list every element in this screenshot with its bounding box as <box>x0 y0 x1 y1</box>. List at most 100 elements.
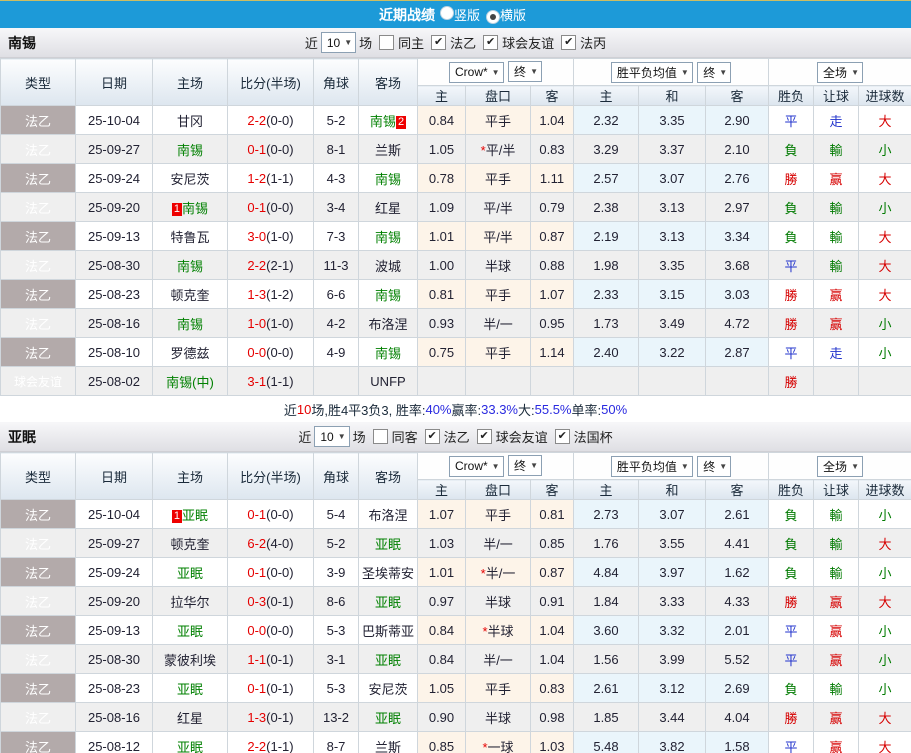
match-type-cell: 法乙 <box>1 500 76 529</box>
odds-select-group: Crow*▼ 终▼ <box>418 59 574 86</box>
result-label: 勝 <box>785 711 798 726</box>
away-team-cell: 兰斯 <box>359 732 418 753</box>
result-label: 負 <box>785 566 798 581</box>
avg-type-select-value: 胜平负均值 <box>617 458 677 475</box>
home-team-cell: 安尼茨 <box>153 164 228 193</box>
result-label: 大 <box>879 711 892 726</box>
result-cell: 平 <box>769 645 814 674</box>
result-label: 輸 <box>830 537 843 552</box>
halftime-score: (0-1) <box>266 681 293 696</box>
away-team-cell: 波城 <box>359 251 418 280</box>
halftime-score: (1-1) <box>266 171 293 186</box>
avg-draw-cell: 3.15 <box>639 280 706 309</box>
home-odds-cell: 0.97 <box>418 587 466 616</box>
team-label: 南锡 <box>182 201 208 216</box>
result-label: 大 <box>879 288 892 303</box>
filter-checkbox-法丙[interactable]: ✔ <box>561 35 576 50</box>
handicap-result-cell: 赢 <box>814 309 859 338</box>
score-cell: 0-1(0-0) <box>228 500 314 529</box>
filter-checkbox-球会友谊[interactable]: ✔ <box>483 35 498 50</box>
filter-checkbox-法国杯[interactable]: ✔ <box>555 429 570 444</box>
handicap-result-cell: 赢 <box>814 280 859 309</box>
result-label: 小 <box>879 653 892 668</box>
fulltime-score: 1-2 <box>247 171 266 186</box>
avg-type-select[interactable]: 胜平负均值▼ <box>611 456 693 477</box>
result-label: 走 <box>830 114 843 129</box>
filter-games-label: 场 <box>359 33 372 52</box>
bookmaker-select-value: Crow* <box>455 459 488 473</box>
layout-radio-horizontal[interactable] <box>486 10 500 24</box>
handicap-label: 半球 <box>488 624 514 639</box>
avg-away-cell: 2.61 <box>706 500 769 529</box>
home-odds-cell: 0.84 <box>418 106 466 135</box>
halftime-score: (4-0) <box>266 536 293 551</box>
team-label: 亚眠 <box>375 595 401 610</box>
team-label: 红星 <box>177 711 203 726</box>
home-odds-cell: 0.75 <box>418 338 466 367</box>
odds-final-select[interactable]: 终▼ <box>508 61 542 82</box>
team-label: 布洛涅 <box>368 508 407 523</box>
fulltime-select[interactable]: 全场▼ <box>817 456 863 477</box>
result-label: 輸 <box>830 259 843 274</box>
filter-checkbox-球会友谊[interactable]: ✔ <box>477 429 492 444</box>
away-odds-cell <box>531 367 574 396</box>
corners-cell: 8-1 <box>314 135 359 164</box>
column-header-4: 角球 <box>314 59 359 106</box>
handicap-label: 平手 <box>485 114 511 129</box>
match-type-cell: 法乙 <box>1 587 76 616</box>
avg-final-select[interactable]: 终▼ <box>697 456 731 477</box>
match-type-cell: 法乙 <box>1 558 76 587</box>
fulltime-score: 0-1 <box>247 565 266 580</box>
filter-checkbox-同主[interactable] <box>379 35 394 50</box>
match-row: 法乙25-08-23亚眠0-1(0-1)5-3安尼茨1.05平手0.832.61… <box>1 674 911 703</box>
bookmaker-select[interactable]: Crow*▼ <box>449 456 504 477</box>
filter-checkbox-法乙[interactable]: ✔ <box>431 35 446 50</box>
avg-draw-cell: 3.82 <box>639 732 706 753</box>
summary-segment: 赢率: <box>452 400 482 419</box>
result-label: 大 <box>879 740 892 753</box>
handicap-cell: 平手 <box>466 106 531 135</box>
summary-segment: 33.3% <box>481 402 518 417</box>
avg-home-cell: 2.19 <box>574 222 639 251</box>
rank-badge: 1 <box>172 510 182 523</box>
handicap-label: 平/半 <box>486 143 516 158</box>
team-label: 圣埃蒂安 <box>362 566 414 581</box>
home-team-cell: 南锡 <box>153 135 228 164</box>
fulltime-select[interactable]: 全场▼ <box>817 62 863 83</box>
fulltime-score: 3-0 <box>247 229 266 244</box>
home-odds-cell: 0.90 <box>418 703 466 732</box>
odds-final-select[interactable]: 终▼ <box>508 455 542 476</box>
handicap-label: 平手 <box>485 346 511 361</box>
layout-radio-label[interactable]: 竖版 <box>454 8 480 23</box>
home-odds-cell: 0.81 <box>418 280 466 309</box>
home-team-cell: 拉华尔 <box>153 587 228 616</box>
avg-draw-cell: 3.13 <box>639 193 706 222</box>
avg-type-select[interactable]: 胜平负均值▼ <box>611 62 693 83</box>
rank-badge: 2 <box>396 116 406 129</box>
home-team-cell: 1南锡 <box>153 193 228 222</box>
score-cell: 2-2(1-1) <box>228 732 314 753</box>
away-team-cell: UNFP <box>359 367 418 396</box>
avg-draw-cell: 3.32 <box>639 616 706 645</box>
filter-checkbox-法乙[interactable]: ✔ <box>425 429 440 444</box>
layout-radio-vertical[interactable] <box>440 6 454 20</box>
avg-draw-cell: 3.55 <box>639 529 706 558</box>
handicap-label: 半球 <box>485 595 511 610</box>
away-team-cell: 南锡2 <box>359 106 418 135</box>
column-header-1: 日期 <box>76 59 153 106</box>
handicap-result-cell: 輸 <box>814 500 859 529</box>
match-count-select[interactable]: 10▼ <box>314 426 349 447</box>
avg-final-select[interactable]: 终▼ <box>697 62 731 83</box>
bookmaker-select[interactable]: Crow*▼ <box>449 62 504 83</box>
handicap-label: 平/半 <box>483 201 513 216</box>
fulltime-score: 2-2 <box>247 113 266 128</box>
score-cell: 0-3(0-1) <box>228 587 314 616</box>
avg-home-cell: 3.60 <box>574 616 639 645</box>
layout-radio-label[interactable]: 横版 <box>500 8 526 23</box>
filter-checkbox-同客[interactable] <box>373 429 388 444</box>
avg-home-cell: 2.40 <box>574 338 639 367</box>
result-label: 輸 <box>830 143 843 158</box>
team-label: 南锡 <box>375 346 401 361</box>
avg-away-cell: 2.69 <box>706 674 769 703</box>
match-count-select[interactable]: 10▼ <box>321 32 356 53</box>
